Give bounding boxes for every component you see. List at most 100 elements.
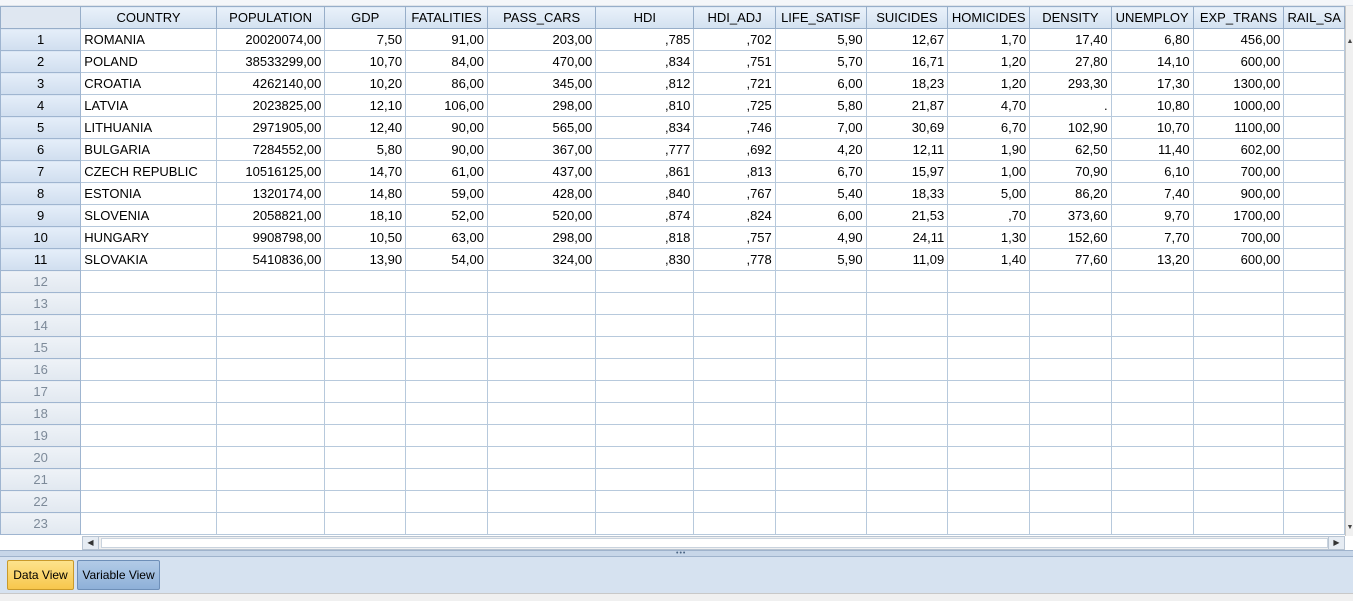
data-cell[interactable] [947, 380, 1031, 403]
data-cell[interactable]: 1,20 [947, 72, 1031, 95]
data-cell[interactable]: 7,70 [1110, 226, 1194, 249]
data-cell[interactable] [324, 402, 407, 425]
column-header[interactable]: DENSITY [1029, 6, 1112, 29]
data-cell[interactable]: ,778 [693, 248, 776, 271]
data-cell[interactable] [1110, 270, 1194, 293]
splitter-grip-icon[interactable]: ••• [676, 550, 686, 557]
data-cell[interactable]: 470,00 [486, 50, 597, 73]
data-cell[interactable]: 565,00 [486, 116, 597, 139]
data-cell[interactable]: 4262140,00 [215, 72, 326, 95]
data-cell[interactable] [405, 424, 488, 447]
data-cell[interactable]: 5,90 [774, 248, 867, 271]
data-cell[interactable] [774, 468, 867, 491]
data-cell[interactable]: 1300,00 [1192, 72, 1285, 95]
row-header[interactable]: 5 [0, 116, 82, 139]
data-cell[interactable] [595, 292, 695, 315]
data-cell[interactable] [947, 468, 1031, 491]
data-cell[interactable]: 18,33 [865, 182, 949, 205]
data-cell[interactable] [80, 512, 217, 535]
data-cell[interactable]: 11,09 [865, 248, 949, 271]
data-cell[interactable] [947, 446, 1031, 469]
data-cell[interactable] [324, 380, 407, 403]
data-cell[interactable]: 14,70 [324, 160, 407, 183]
data-cell[interactable]: 6,70 [774, 160, 867, 183]
data-cell[interactable] [405, 468, 488, 491]
data-cell[interactable]: 30,69 [865, 116, 949, 139]
row-header[interactable]: 18 [0, 402, 82, 425]
column-header[interactable]: UNEMPLOY [1110, 6, 1194, 29]
row-header[interactable]: 20 [0, 446, 82, 469]
data-cell[interactable]: HUNGARY [80, 226, 217, 249]
data-cell[interactable] [405, 314, 488, 337]
data-cell[interactable]: 102,90 [1029, 116, 1112, 139]
data-cell[interactable] [215, 402, 326, 425]
data-cell[interactable] [1283, 402, 1345, 425]
vertical-scrollbar[interactable]: ▲ ▼ [1345, 6, 1353, 536]
data-cell[interactable] [80, 336, 217, 359]
data-cell[interactable]: 12,40 [324, 116, 407, 139]
data-cell[interactable] [693, 292, 776, 315]
data-cell[interactable] [1283, 270, 1345, 293]
data-cell[interactable]: 428,00 [486, 182, 597, 205]
data-cell[interactable]: 6,00 [774, 72, 867, 95]
data-cell[interactable]: 10,80 [1110, 94, 1194, 117]
data-cell[interactable]: CZECH REPUBLIC [80, 160, 217, 183]
data-cell[interactable] [405, 402, 488, 425]
data-cell[interactable]: 21,53 [865, 204, 949, 227]
data-cell[interactable]: ,874 [595, 204, 695, 227]
data-cell[interactable] [1192, 446, 1285, 469]
data-cell[interactable]: ,702 [693, 28, 776, 51]
data-cell[interactable]: 63,00 [405, 226, 488, 249]
data-cell[interactable] [1110, 446, 1194, 469]
data-cell[interactable] [405, 490, 488, 513]
column-header[interactable]: HDI_ADJ [693, 6, 776, 29]
data-cell[interactable] [947, 512, 1031, 535]
data-cell[interactable] [1283, 160, 1345, 183]
data-cell[interactable] [774, 402, 867, 425]
data-cell[interactable]: 18,10 [324, 204, 407, 227]
data-cell[interactable] [774, 336, 867, 359]
data-cell[interactable]: 298,00 [486, 94, 597, 117]
data-cell[interactable]: 10,70 [1110, 116, 1194, 139]
data-cell[interactable]: 1,90 [947, 138, 1031, 161]
data-cell[interactable]: 61,00 [405, 160, 488, 183]
data-cell[interactable]: ,861 [595, 160, 695, 183]
data-cell[interactable] [324, 270, 407, 293]
data-cell[interactable]: ,767 [693, 182, 776, 205]
data-cell[interactable] [774, 380, 867, 403]
data-cell[interactable]: ,746 [693, 116, 776, 139]
data-cell[interactable] [774, 314, 867, 337]
data-cell[interactable]: 2023825,00 [215, 94, 326, 117]
data-cell[interactable]: 6,10 [1110, 160, 1194, 183]
data-cell[interactable]: 2971905,00 [215, 116, 326, 139]
data-cell[interactable] [1110, 380, 1194, 403]
data-cell[interactable] [774, 490, 867, 513]
row-header[interactable]: 6 [0, 138, 82, 161]
data-cell[interactable]: 70,90 [1029, 160, 1112, 183]
data-cell[interactable] [486, 490, 597, 513]
data-cell[interactable] [595, 446, 695, 469]
data-cell[interactable] [324, 314, 407, 337]
column-header[interactable]: GDP [324, 6, 407, 29]
data-cell[interactable] [80, 468, 217, 491]
data-cell[interactable] [1029, 402, 1112, 425]
data-cell[interactable] [1029, 336, 1112, 359]
data-cell[interactable] [215, 446, 326, 469]
data-cell[interactable] [947, 424, 1031, 447]
data-cell[interactable]: 12,67 [865, 28, 949, 51]
data-cell[interactable] [1029, 490, 1112, 513]
data-cell[interactable] [774, 270, 867, 293]
data-cell[interactable] [1110, 512, 1194, 535]
data-cell[interactable]: 1,70 [947, 28, 1031, 51]
data-cell[interactable] [486, 380, 597, 403]
data-cell[interactable]: ,818 [595, 226, 695, 249]
data-cell[interactable] [1283, 94, 1345, 117]
data-cell[interactable]: 38533299,00 [215, 50, 326, 73]
data-cell[interactable] [1192, 424, 1285, 447]
data-cell[interactable]: 456,00 [1192, 28, 1285, 51]
data-cell[interactable] [774, 424, 867, 447]
row-header[interactable]: 22 [0, 490, 82, 513]
data-cell[interactable] [486, 336, 597, 359]
data-cell[interactable] [1283, 292, 1345, 315]
data-cell[interactable]: 6,80 [1110, 28, 1194, 51]
